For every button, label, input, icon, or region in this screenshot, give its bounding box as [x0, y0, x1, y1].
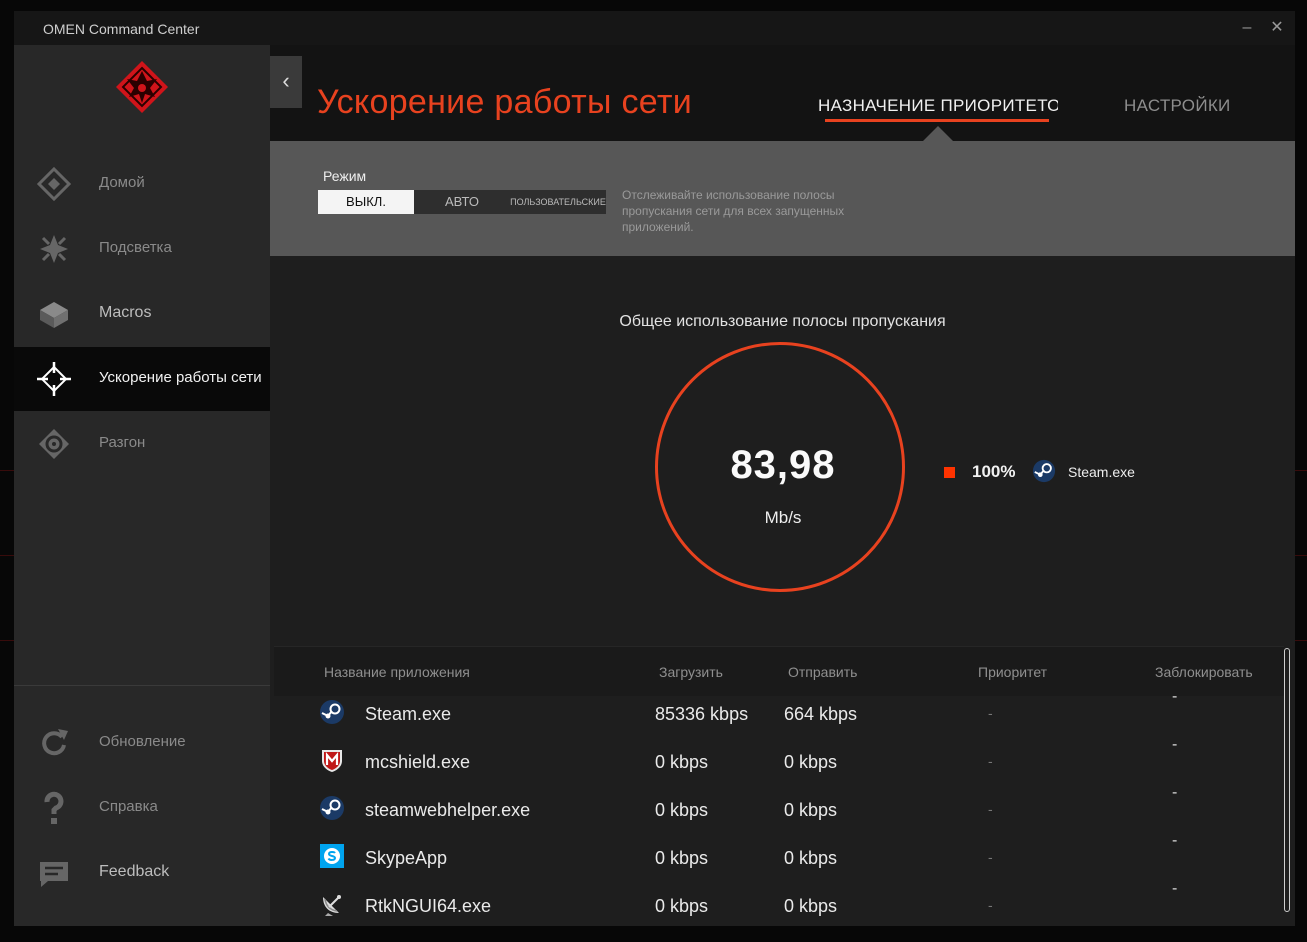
upload-rate: 0 kbps [784, 800, 838, 820]
nav-label: Ускорение работы сети [99, 369, 262, 386]
omen-logo-icon [116, 61, 168, 113]
mode-auto-button[interactable]: АВТО [414, 190, 510, 214]
priority-select[interactable]: - [988, 897, 993, 913]
macros-keycap-icon [40, 302, 68, 328]
upload-rate: 0 kbps [784, 752, 838, 772]
table-row[interactable]: steamwebhelper.exe 0 kbps 0 kbps - - [270, 784, 1288, 839]
lighting-icon [40, 235, 68, 263]
mode-off-button[interactable]: ВЫКЛ. [318, 190, 414, 214]
overclock-gauge-icon [39, 429, 69, 459]
table-row[interactable]: SkypeApp 0 kbps 0 kbps - - [270, 832, 1288, 887]
steam-icon [1032, 459, 1056, 483]
main-content: Ускорение работы сети НАЗНАЧЕНИЕ ПРИОРИТ… [270, 45, 1295, 926]
table-row[interactable]: Steam.exe 85336 kbps 664 kbps - - [270, 688, 1288, 743]
skype-icon [320, 844, 344, 868]
legend-percent: 100% [972, 462, 1016, 481]
download-rate: 0 kbps [655, 800, 709, 820]
priority-select[interactable]: - [988, 801, 993, 817]
active-tab-underline [825, 119, 1049, 122]
realtek-satellite-icon [323, 895, 341, 916]
feedback-chat-icon [40, 862, 68, 887]
column-header-download[interactable]: Загрузить [659, 664, 723, 680]
block-toggle[interactable]: - [1172, 880, 1177, 898]
column-header-upload[interactable]: Отправить [788, 664, 857, 680]
update-refresh-icon [42, 729, 68, 756]
bandwidth-gauge: 83,98 Mb/s [655, 342, 905, 592]
mode-panel: Режим ВЫКЛ. АВТО ПОЛЬЗОВАТЕЛЬСКИЕ Отслеж… [270, 141, 1295, 256]
app-name: Steam.exe [365, 704, 452, 724]
tab-priority[interactable]: НАЗНАЧЕНИЕ ПРИОРИТЕТОВ [818, 96, 1058, 116]
priority-select[interactable]: - [988, 849, 993, 865]
mode-selector: ВЫКЛ. АВТО ПОЛЬЗОВАТЕЛЬСКИЕ [318, 190, 606, 214]
sidebar: Домой Подсветка Macros Ускорение работы … [14, 45, 270, 926]
nav-label: Домой [99, 174, 145, 191]
table-row[interactable]: RtkNGUI64.exe 0 kbps 0 kbps - - [270, 880, 1288, 926]
download-rate: 0 kbps [655, 848, 709, 868]
column-header-block[interactable]: Заблокировать [1155, 664, 1253, 680]
app-name: mcshield.exe [365, 752, 471, 772]
steam-icon [320, 796, 344, 820]
nav-label: Справка [99, 798, 158, 815]
column-header-app-name[interactable]: Название приложения [324, 664, 470, 680]
priority-select[interactable]: - [988, 705, 993, 721]
tab-settings[interactable]: НАСТРОЙКИ [1124, 96, 1231, 116]
column-header-priority[interactable]: Приоритет [978, 664, 1047, 680]
page-title: Ускорение работы сети [317, 83, 692, 121]
app-name: SkypeApp [365, 848, 448, 868]
nav-item-update[interactable]: Обновление [14, 711, 270, 775]
table-row[interactable]: mcshield.exe 0 kbps 0 kbps - - [270, 736, 1288, 791]
nav-item-macros[interactable]: Macros [14, 282, 270, 346]
nav-item-feedback[interactable]: Feedback [14, 841, 270, 905]
bandwidth-title: Общее использование полосы пропускания [619, 313, 946, 330]
priority-select[interactable]: - [988, 753, 993, 769]
download-rate: 0 kbps [655, 752, 709, 772]
collapse-sidebar-button[interactable]: ‹ [270, 56, 302, 108]
download-rate: 85336 kbps [655, 704, 749, 724]
app-name: steamwebhelper.exe [365, 800, 531, 820]
nav-label: Разгон [99, 434, 146, 451]
upload-rate: 0 kbps [784, 848, 838, 868]
home-diamond-icon [36, 166, 72, 202]
nav-label: Обновление [99, 733, 186, 750]
download-rate: 0 kbps [655, 896, 709, 916]
nav-label: Macros [99, 304, 152, 321]
nav-item-help[interactable]: Справка [14, 776, 270, 840]
mode-description: Отслеживайте использование полосы пропус… [622, 188, 845, 234]
legend-app-name: Steam.exe [1068, 464, 1135, 480]
app-title: OMEN Command Center [43, 21, 200, 37]
nav-label: Feedback [99, 863, 170, 880]
nav-label: Подсветка [99, 239, 172, 256]
block-toggle[interactable]: - [1172, 832, 1177, 850]
bandwidth-value: 83,98 [730, 443, 836, 487]
mode-custom-button[interactable]: ПОЛЬЗОВАТЕЛЬСКИЕ [510, 190, 606, 214]
bandwidth-unit: Mb/s [764, 508, 802, 527]
steam-icon [320, 700, 344, 724]
nav-item-lighting[interactable]: Подсветка [14, 217, 270, 281]
network-booster-icon [37, 362, 71, 396]
app-name: RtkNGUI64.exe [365, 896, 492, 916]
block-toggle[interactable]: - [1172, 736, 1177, 754]
block-toggle[interactable]: - [1172, 784, 1177, 802]
help-question-icon [44, 791, 64, 824]
table-scrollbar[interactable] [1284, 648, 1290, 912]
nav-item-overclock[interactable]: Разгон [14, 412, 270, 476]
nav-item-network-booster[interactable]: Ускорение работы сети [14, 347, 270, 411]
app-window: OMEN Command Center – ✕ Домой Подсветка [14, 11, 1295, 926]
close-button[interactable]: ✕ [1266, 17, 1288, 39]
upload-rate: 0 kbps [784, 896, 838, 916]
mcafee-icon [322, 750, 342, 772]
mode-label: Режим [323, 168, 367, 184]
minimize-button[interactable]: – [1236, 17, 1258, 39]
block-toggle[interactable]: - [1172, 688, 1177, 706]
title-bar: OMEN Command Center – ✕ [14, 11, 1295, 45]
sidebar-divider [14, 685, 270, 686]
active-tab-caret [923, 126, 953, 141]
content-header: Ускорение работы сети НАЗНАЧЕНИЕ ПРИОРИТ… [270, 45, 1295, 141]
table-header: Название приложения Загрузить Отправить … [274, 646, 1284, 696]
nav-item-home[interactable]: Домой [14, 152, 270, 216]
upload-rate: 664 kbps [784, 704, 858, 724]
legend-swatch [944, 467, 955, 478]
